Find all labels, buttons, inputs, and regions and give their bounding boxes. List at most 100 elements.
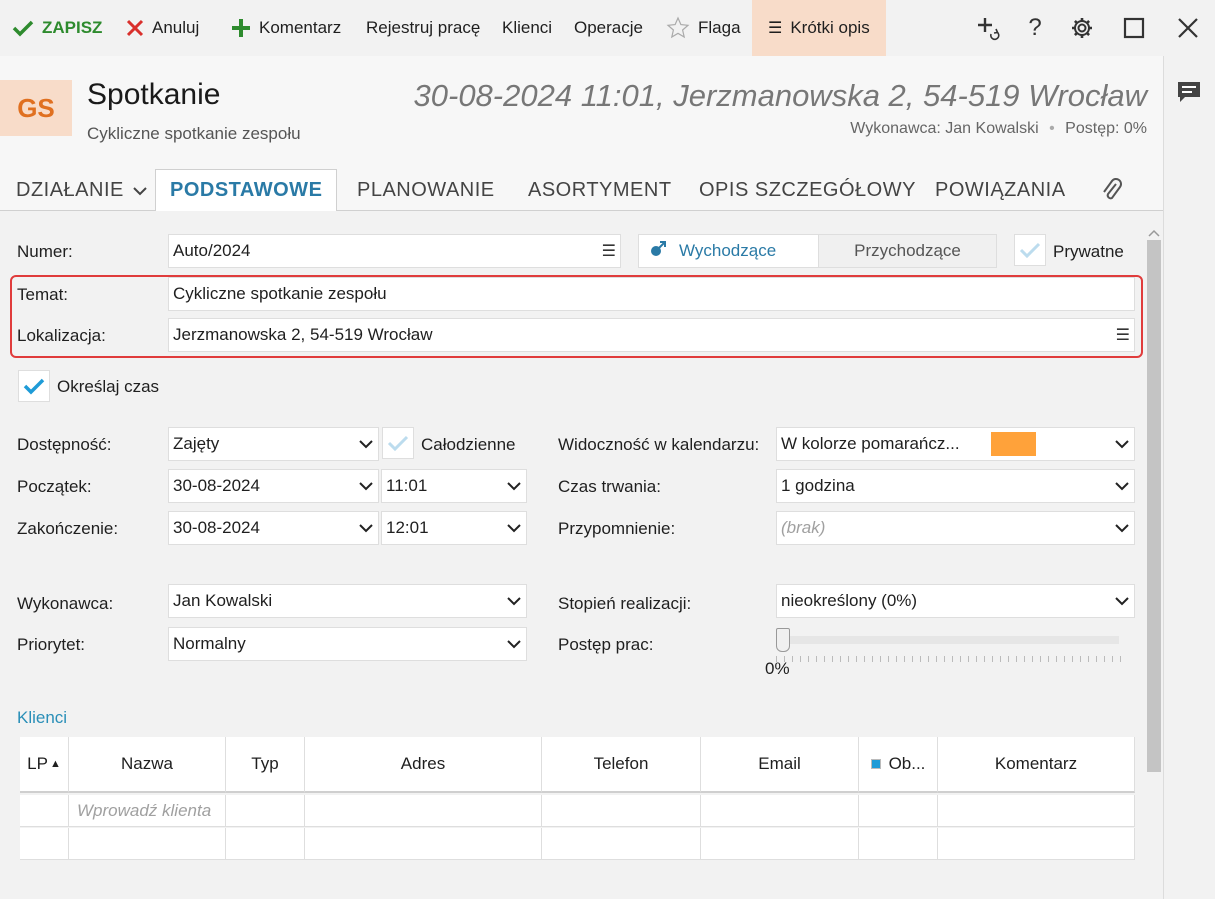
column-header-ob[interactable]: Ob... <box>859 737 938 793</box>
table-cell[interactable] <box>226 795 305 827</box>
column-header-address[interactable]: Adres <box>305 737 542 793</box>
duration-select[interactable]: 1 godzina <box>776 469 1135 503</box>
table-cell[interactable] <box>20 795 69 827</box>
table-cell[interactable] <box>542 828 701 860</box>
operations-button[interactable]: Operacje <box>574 0 643 56</box>
menu-icon[interactable]: ☰ <box>602 241 616 261</box>
maximize-icon[interactable] <box>1118 12 1150 44</box>
tab-action[interactable]: DZIAŁANIE <box>16 169 148 211</box>
chevron-down-icon <box>1114 436 1130 452</box>
comments-icon[interactable] <box>1176 80 1202 109</box>
end-date-picker[interactable]: 30-08-2024 <box>168 511 379 545</box>
window-close-icon[interactable] <box>1172 12 1204 44</box>
end-time-picker[interactable]: 12:01 <box>381 511 527 545</box>
executor-label: Wykonawca: <box>17 594 114 613</box>
table-cell[interactable] <box>859 828 938 860</box>
outgoing-toggle[interactable]: Wychodzące <box>638 234 818 268</box>
chevron-down-icon <box>1114 593 1130 609</box>
table-cell[interactable] <box>226 828 305 860</box>
chevron-down-icon <box>132 179 148 202</box>
number-label: Numer: <box>17 242 73 261</box>
table-cell[interactable] <box>701 795 859 827</box>
scroll-up-icon[interactable] <box>1148 222 1160 242</box>
incoming-label: Przychodzące <box>854 241 961 260</box>
executor-select[interactable]: Jan Kowalski <box>168 584 527 618</box>
column-phone-label: Telefon <box>593 754 649 773</box>
priority-select[interactable]: Normalny <box>168 627 527 661</box>
client-input-placeholder: Wprowadź klienta <box>77 800 212 820</box>
table-cell[interactable] <box>69 828 226 860</box>
table-cell[interactable] <box>305 795 542 827</box>
progress-label: Postęp prac: <box>558 635 654 654</box>
progress-slider-thumb[interactable] <box>776 628 790 652</box>
column-header-phone[interactable]: Telefon <box>542 737 701 793</box>
start-date-value: 30-08-2024 <box>173 476 260 495</box>
tab-relations[interactable]: POWIĄZANIA <box>935 169 1066 211</box>
chevron-down-icon <box>1114 478 1130 494</box>
column-header-type[interactable]: Typ <box>226 737 305 793</box>
column-comment-label: Komentarz <box>994 754 1078 773</box>
clients-button[interactable]: Klienci <box>502 0 552 56</box>
chevron-down-icon <box>506 593 522 609</box>
reminder-select[interactable]: (brak) <box>776 511 1135 545</box>
column-header-email[interactable]: Email <box>701 737 859 793</box>
table-cell[interactable] <box>542 795 701 827</box>
table-cell[interactable] <box>701 828 859 860</box>
start-label: Początek: <box>17 477 92 496</box>
scrollbar-thumb[interactable] <box>1147 240 1161 772</box>
specify-time-checkbox[interactable] <box>18 370 50 402</box>
save-button[interactable]: ZAPISZ <box>12 0 102 56</box>
chevron-down-icon <box>358 478 374 494</box>
tab-assortment[interactable]: ASORTYMENT <box>528 169 672 211</box>
tab-planning[interactable]: PLANOWANIE <box>357 169 495 211</box>
page-title: Spotkanie <box>87 78 221 111</box>
realization-select[interactable]: nieokreślony (0%) <box>776 584 1135 618</box>
short-desc-button[interactable]: ☰ Krótki opis <box>752 0 886 56</box>
realization-label: Stopień realizacji: <box>558 594 692 613</box>
table-cell[interactable] <box>305 828 542 860</box>
attachment-icon[interactable] <box>1100 169 1124 211</box>
date-location-heading: 30-08-2024 11:01, Jerzmanowska 2, 54-519… <box>413 78 1147 113</box>
column-header-name[interactable]: Nazwa <box>69 737 226 793</box>
table-cell[interactable] <box>859 795 938 827</box>
add-window-icon[interactable] <box>972 12 1004 44</box>
outgoing-arrow-icon <box>649 240 667 263</box>
number-field[interactable]: Auto/2024 ☰ <box>168 234 621 268</box>
help-icon[interactable]: ? <box>1019 12 1051 44</box>
client-input-cell[interactable]: Wprowadź klienta <box>69 795 226 827</box>
number-value: Auto/2024 <box>173 241 251 260</box>
tab-basic[interactable]: PODSTAWOWE <box>155 169 338 212</box>
chevron-down-icon <box>358 520 374 536</box>
progress-slider-track[interactable] <box>776 636 1119 644</box>
start-time-picker[interactable]: 11:01 <box>381 469 527 503</box>
tab-detailed-description[interactable]: OPIS SZCZEGÓŁOWY <box>699 169 916 211</box>
short-desc-label: Krótki opis <box>790 18 870 37</box>
table-cell[interactable] <box>938 828 1135 860</box>
hamburger-icon: ☰ <box>768 20 783 37</box>
column-header-comment[interactable]: Komentarz <box>938 737 1135 793</box>
gear-icon[interactable] <box>1066 12 1098 44</box>
table-cell[interactable] <box>20 828 69 860</box>
cancel-button[interactable]: Anuluj <box>126 0 199 56</box>
flag-button[interactable]: Flaga <box>666 0 741 56</box>
reminder-value: (brak) <box>781 518 826 537</box>
comment-label: Komentarz <box>259 18 342 37</box>
register-work-button[interactable]: Rejestruj pracę <box>366 0 480 56</box>
table-cell[interactable] <box>938 795 1135 827</box>
visibility-select[interactable]: W kolorze pomarańcz... <box>776 427 1135 461</box>
start-date-picker[interactable]: 30-08-2024 <box>168 469 379 503</box>
comment-button[interactable]: Komentarz <box>231 0 341 56</box>
end-date-value: 30-08-2024 <box>173 518 260 537</box>
realization-value: nieokreślony (0%) <box>781 591 918 610</box>
column-name-label: Nazwa <box>121 754 173 773</box>
column-header-lp[interactable]: LP ▲ <box>20 737 69 793</box>
toolbar: ZAPISZ Anuluj Komentarz Rejestruj pracę … <box>0 0 1215 56</box>
all-day-checkbox[interactable] <box>382 427 414 459</box>
vertical-scrollbar[interactable] <box>1145 222 1161 882</box>
chevron-down-icon <box>506 520 522 536</box>
incoming-toggle[interactable]: Przychodzące <box>818 234 997 268</box>
availability-select[interactable]: Zajęty <box>168 427 379 461</box>
private-checkbox[interactable] <box>1014 234 1046 266</box>
progress-value: 0% <box>765 659 790 678</box>
record-header: GS Spotkanie Cykliczne spotkanie zespołu… <box>0 56 1163 169</box>
